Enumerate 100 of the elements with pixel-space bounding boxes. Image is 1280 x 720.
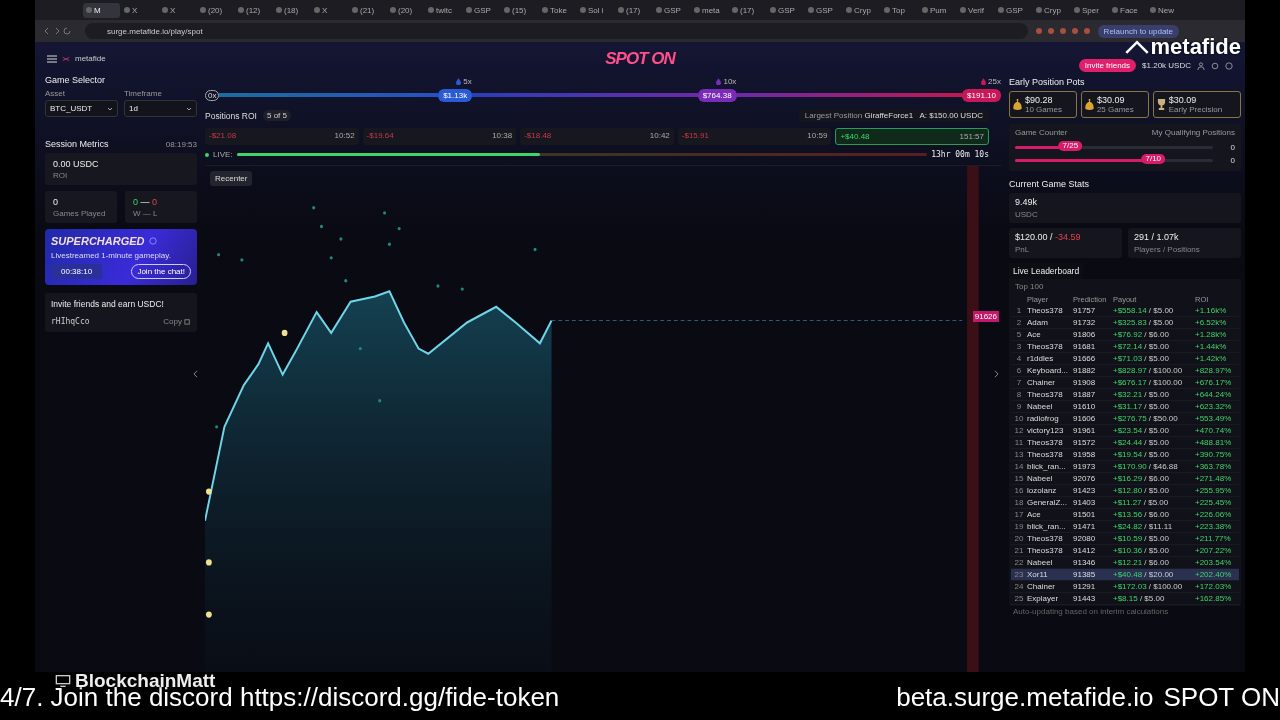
leaderboard-row[interactable]: 11 Theos378 91572 +$24.44 / $5.00 +488.81%	[1011, 437, 1239, 449]
leaderboard-row[interactable]: 16 lozolanz 91423 +$12.80 / $5.00 +255.95%	[1011, 485, 1239, 497]
prediction-cell-text: 91806	[1073, 329, 1097, 341]
browser-tab[interactable]: (12)	[235, 2, 272, 18]
browser-tab[interactable]: (20)	[387, 2, 424, 18]
menu-icon[interactable]	[47, 54, 57, 63]
extension-icons[interactable]	[1035, 28, 1090, 34]
browser-tab[interactable]: meta	[691, 2, 728, 18]
leaderboard-row[interactable]: 1 Theos378 91757 +$558.14 / $5.00 +1.16k%	[1011, 305, 1239, 317]
browser-tab[interactable]: Cryp	[843, 2, 880, 18]
promo-title: SUPERCHARGED	[51, 235, 145, 247]
favicon-icon	[200, 7, 206, 13]
prediction-cell-text: 91882	[1073, 365, 1097, 377]
browser-tab[interactable]: Sol i	[577, 2, 614, 18]
prediction-cell-text: 91501	[1073, 509, 1097, 521]
leaderboard-row[interactable]: 6 Keyboard... 91882 +$828.97 / $100.00 +828.97%	[1011, 365, 1239, 377]
leaderboard-row[interactable]: 2 Adam 91732 +$325.83 / $5.00 +6.52k%	[1011, 317, 1239, 329]
prediction-cell-text: 91572	[1073, 437, 1097, 449]
leaderboard-row[interactable]: 4 r1ddles 91666 +$71.03 / $5.00 +1.42k%	[1011, 353, 1239, 365]
position-card[interactable]: +$40.48 151:57	[835, 128, 989, 145]
browser-tab[interactable]: M	[83, 2, 120, 18]
browser-tab[interactable]: (17)	[615, 2, 652, 18]
browser-tab[interactable]: X	[159, 2, 196, 18]
leaderboard-row[interactable]: 14 blick_ran... 91973 +$170.90 / $46.88 +363.78%	[1011, 461, 1239, 473]
leaderboard-row[interactable]: 12 victory123 91961 +$23.54 / $5.00 +470.74%	[1011, 425, 1239, 437]
rank-cell-text: 8	[1015, 389, 1023, 401]
prediction-dot	[215, 425, 219, 429]
leaderboard-row[interactable]: 10 radiofrog 91606 +$276.75 / $50.00 +553.49%	[1011, 413, 1239, 425]
section-title: Early Position Pots	[1009, 77, 1086, 87]
browser-tab[interactable]: GSP	[995, 2, 1032, 18]
browser-tab[interactable]: Cryp	[1033, 2, 1070, 18]
rank-cell: 15	[1013, 473, 1025, 485]
browser-tab[interactable]: Toke	[539, 2, 576, 18]
leaderboard-row[interactable]: 9 Nabeel 91610 +$31.17 / $5.00 +623.32%	[1011, 401, 1239, 413]
payout-cell-text: +$40.48 / $20.00	[1113, 569, 1175, 581]
position-roi: -$21.08	[209, 131, 237, 142]
browser-tab[interactable]: X	[311, 2, 348, 18]
invite-button[interactable]: Invite friends	[1078, 59, 1137, 72]
chevron-right-icon[interactable]	[994, 370, 999, 378]
leaderboard-row[interactable]: 21 Theos378 91412 +$10.36 / $5.00 +207.22%	[1011, 545, 1239, 557]
payout-cell-text: +$12.80 / $5.00	[1113, 485, 1170, 497]
leaderboard-row[interactable]: 19 blick_ran... 91471 +$24.82 / $11.11 +223.38%	[1011, 521, 1239, 533]
leaderboard-row[interactable]: 15 Nabeel 92076 +$16.29 / $6.00 +271.48%	[1011, 473, 1239, 485]
browser-tab[interactable]: X	[121, 2, 158, 18]
player-cell-text: Theos378	[1027, 545, 1064, 557]
leaderboard-row[interactable]: 25 Explayer 91443 +$8.15 / $5.00 +162.85%	[1011, 593, 1239, 605]
recenter-button[interactable]: Recenter	[210, 171, 253, 186]
position-card[interactable]: -$21.08 10:52	[205, 128, 359, 145]
browser-tab[interactable]: Sper	[1071, 2, 1108, 18]
prediction-dot	[387, 242, 391, 246]
browser-tab[interactable]: (18)	[273, 2, 310, 18]
leaderboard-row[interactable]: 3 Theos378 91681 +$72.14 / $5.00 +1.44k%	[1011, 341, 1239, 353]
leaderboard-row[interactable]: 7 Chainer 91908 +$676.17 / $100.00 +676.17%	[1011, 377, 1239, 389]
leaderboard-row[interactable]: 8 Theos378 91887 +$32.21 / $5.00 +644.24%	[1011, 389, 1239, 401]
browser-tab[interactable]: GSP	[653, 2, 690, 18]
browser-tab[interactable]: (17)	[729, 2, 766, 18]
browser-tab[interactable]: (21)	[349, 2, 386, 18]
asset-select[interactable]: BTC_USDT	[45, 100, 118, 117]
browser-tab[interactable]: GSP	[463, 2, 500, 18]
leaderboard-row[interactable]: 20 Theos378 92080 +$10.59 / $5.00 +211.77%	[1011, 533, 1239, 545]
browser-tab[interactable]: twitc	[425, 2, 462, 18]
leaderboard-row[interactable]: 5 Ace 91806 +$76.92 / $6.00 +1.28k%	[1011, 329, 1239, 341]
address-bar[interactable]: surge.metafide.io/play/spot	[85, 23, 1028, 39]
leaderboard-row[interactable]: 18 GeneralZ... 91403 +$11.27 / $5.00 +225.45%	[1011, 497, 1239, 509]
position-time: 151:57	[959, 132, 984, 141]
position-card[interactable]: -$18.48 10:42	[520, 128, 674, 145]
position-card[interactable]: -$19.64 10:38	[362, 128, 517, 145]
player-cell-text: radiofrog	[1027, 413, 1060, 425]
favicon-icon	[1074, 7, 1080, 13]
player-cell-text: GeneralZ...	[1027, 497, 1068, 509]
chevron-left-icon[interactable]	[193, 370, 198, 378]
roi-cell-text: +470.74%	[1195, 425, 1233, 437]
browser-tab[interactable]: (20)	[197, 2, 234, 18]
counter-badge: 7/10	[1141, 154, 1166, 164]
favicon-icon	[580, 7, 586, 13]
session-clock: 08:19:53	[165, 139, 197, 149]
browser-tab[interactable]: GSP	[767, 2, 804, 18]
browser-tab[interactable]: GSP	[805, 2, 842, 18]
leaderboard-row[interactable]: 23 Xor11 91385 +$40.48 / $20.00 +202.40%	[1011, 569, 1239, 581]
position-roi: -$19.64	[366, 131, 394, 142]
browser-tab[interactable]: Top	[881, 2, 918, 18]
relaunch-button[interactable]: Relaunch to update	[1097, 24, 1179, 38]
prediction-dot	[533, 247, 537, 252]
browser-tab[interactable]: (15)	[501, 2, 538, 18]
browser-tab[interactable]: Verif	[957, 2, 994, 18]
position-card[interactable]: -$15.91 10:59	[677, 128, 832, 145]
prediction-cell-text: 91291	[1073, 581, 1097, 593]
browser-tab[interactable]: New	[1147, 2, 1184, 18]
leaderboard-row[interactable]: 24 Chainer 91291 +$172.03 / $100.00 +172.03%	[1011, 581, 1239, 593]
player-cell-text: Adam	[1027, 317, 1049, 329]
position-marker	[205, 488, 212, 495]
position-roi: -$18.48	[524, 131, 552, 142]
leaderboard-row[interactable]: 17 Ace 91501 +$13.56 / $6.00 +226.06%	[1011, 509, 1239, 521]
leaderboard-row[interactable]: 13 Theos378 91958 +$19.54 / $5.00 +390.75%	[1011, 449, 1239, 461]
timeframe-select[interactable]: 1d	[124, 100, 197, 117]
copy-button[interactable]: Copy	[163, 317, 191, 326]
roi-cell-text: +203.54%	[1195, 557, 1233, 569]
user-icon[interactable]	[1197, 61, 1205, 70]
browser-tab[interactable]: Face	[1109, 2, 1146, 18]
browser-tab[interactable]: Pum	[919, 2, 956, 18]
